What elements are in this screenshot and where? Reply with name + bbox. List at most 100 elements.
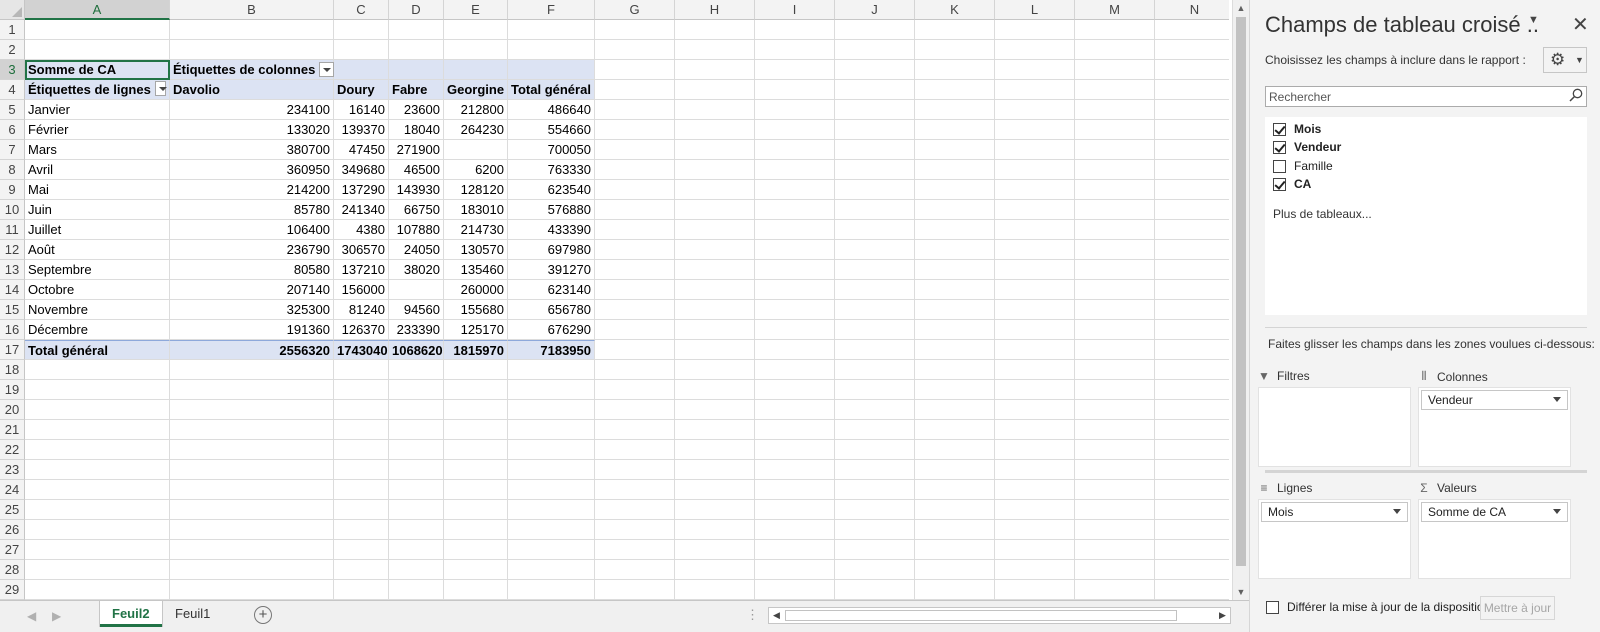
row-header[interactable]: 9 — [0, 180, 25, 200]
cell-c14[interactable]: 156000 — [334, 280, 389, 300]
cell-g7[interactable] — [595, 140, 675, 160]
rows-zone[interactable]: Mois — [1258, 499, 1411, 579]
cell-i2[interactable] — [755, 40, 835, 60]
cell-c5[interactable]: 16140 — [334, 100, 389, 120]
chevron-down-icon[interactable] — [1553, 397, 1561, 402]
cell-e2[interactable] — [444, 40, 508, 60]
cell-c27[interactable] — [334, 540, 389, 560]
cell-h1[interactable] — [675, 20, 755, 40]
row-header[interactable]: 24 — [0, 480, 25, 500]
cell-j9[interactable] — [835, 180, 915, 200]
cell-h7[interactable] — [675, 140, 755, 160]
cell-c20[interactable] — [334, 400, 389, 420]
field-vendeur-checkbox[interactable] — [1273, 140, 1286, 154]
row-header[interactable]: 11 — [0, 220, 25, 240]
cell-e1[interactable] — [444, 20, 508, 40]
column-header-j[interactable]: J — [835, 0, 915, 20]
cell-k4[interactable] — [915, 80, 995, 100]
cell-i28[interactable] — [755, 560, 835, 580]
cell-j8[interactable] — [835, 160, 915, 180]
cell-d28[interactable] — [389, 560, 444, 580]
cell-f19[interactable] — [508, 380, 595, 400]
cell-d1[interactable] — [389, 20, 444, 40]
cell-i19[interactable] — [755, 380, 835, 400]
cell-i11[interactable] — [755, 220, 835, 240]
cell-b13[interactable]: 80580 — [170, 260, 334, 280]
cell-j21[interactable] — [835, 420, 915, 440]
field-famille[interactable]: Famille — [1273, 157, 1333, 175]
cell-a20[interactable] — [25, 400, 170, 420]
cell-a24[interactable] — [25, 480, 170, 500]
field-vendeur[interactable]: Vendeur — [1273, 138, 1341, 156]
cell-a22[interactable] — [25, 440, 170, 460]
cell-j18[interactable] — [835, 360, 915, 380]
vertical-scroll-thumb[interactable] — [1236, 17, 1246, 566]
cell-f28[interactable] — [508, 560, 595, 580]
cell-n18[interactable] — [1155, 360, 1229, 380]
cell-l3[interactable] — [995, 60, 1075, 80]
cell-l4[interactable] — [995, 80, 1075, 100]
cell-e6[interactable]: 264230 — [444, 120, 508, 140]
cell-g13[interactable] — [595, 260, 675, 280]
row-header[interactable]: 26 — [0, 520, 25, 540]
cell-f11[interactable]: 433390 — [508, 220, 595, 240]
cell-b25[interactable] — [170, 500, 334, 520]
cell-j20[interactable] — [835, 400, 915, 420]
cell-i25[interactable] — [755, 500, 835, 520]
cell-m9[interactable] — [1075, 180, 1155, 200]
cell-h6[interactable] — [675, 120, 755, 140]
cell-f24[interactable] — [508, 480, 595, 500]
cell-k17[interactable] — [915, 340, 995, 360]
cell-a18[interactable] — [25, 360, 170, 380]
cell-c12[interactable]: 306570 — [334, 240, 389, 260]
cell-k19[interactable] — [915, 380, 995, 400]
cell-d18[interactable] — [389, 360, 444, 380]
cell-c2[interactable] — [334, 40, 389, 60]
cell-e3[interactable] — [444, 60, 508, 80]
cell-i29[interactable] — [755, 580, 835, 600]
cell-j10[interactable] — [835, 200, 915, 220]
cell-d10[interactable]: 66750 — [389, 200, 444, 220]
row-header[interactable]: 25 — [0, 500, 25, 520]
row-header[interactable]: 3 — [0, 60, 25, 80]
cell-b3[interactable]: Étiquettes de colonnes — [170, 60, 335, 80]
cell-c24[interactable] — [334, 480, 389, 500]
cell-d3[interactable] — [389, 60, 444, 80]
row-header[interactable]: 23 — [0, 460, 25, 480]
cell-h2[interactable] — [675, 40, 755, 60]
cell-k7[interactable] — [915, 140, 995, 160]
cell-f8[interactable]: 763330 — [508, 160, 595, 180]
row-header[interactable]: 8 — [0, 160, 25, 180]
cell-d7[interactable]: 271900 — [389, 140, 444, 160]
cell-k5[interactable] — [915, 100, 995, 120]
cell-c10[interactable]: 241340 — [334, 200, 389, 220]
cell-i16[interactable] — [755, 320, 835, 340]
cell-d9[interactable]: 143930 — [389, 180, 444, 200]
cell-d15[interactable]: 94560 — [389, 300, 444, 320]
cell-c1[interactable] — [334, 20, 389, 40]
cell-l15[interactable] — [995, 300, 1075, 320]
cell-i26[interactable] — [755, 520, 835, 540]
cell-j25[interactable] — [835, 500, 915, 520]
cell-c3[interactable] — [334, 60, 389, 80]
cell-a28[interactable] — [25, 560, 170, 580]
cell-h17[interactable] — [675, 340, 755, 360]
cell-n12[interactable] — [1155, 240, 1229, 260]
cell-e11[interactable]: 214730 — [444, 220, 508, 240]
cell-b9[interactable]: 214200 — [170, 180, 334, 200]
cell-h28[interactable] — [675, 560, 755, 580]
cell-f22[interactable] — [508, 440, 595, 460]
zones-separator[interactable] — [1265, 470, 1587, 473]
cell-k1[interactable] — [915, 20, 995, 40]
cell-n14[interactable] — [1155, 280, 1229, 300]
cell-j15[interactable] — [835, 300, 915, 320]
cell-m24[interactable] — [1075, 480, 1155, 500]
row-header[interactable]: 29 — [0, 580, 25, 600]
cell-k24[interactable] — [915, 480, 995, 500]
cell-j16[interactable] — [835, 320, 915, 340]
chevron-down-icon[interactable] — [1553, 509, 1561, 514]
cell-m23[interactable] — [1075, 460, 1155, 480]
cell-b20[interactable] — [170, 400, 334, 420]
cell-d24[interactable] — [389, 480, 444, 500]
cell-a7[interactable]: Mars — [25, 140, 170, 160]
